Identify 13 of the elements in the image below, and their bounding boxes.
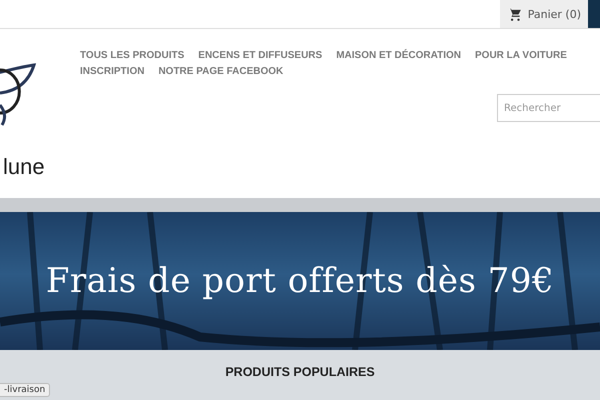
section-title: PRODUITS POPULAIRES: [224, 364, 376, 379]
search-field[interactable]: Rechercher: [498, 95, 600, 121]
cart-icon: [508, 8, 522, 20]
banner-text: Frais de port offerts dès 79€: [46, 261, 554, 301]
nav-link[interactable]: MAISON ET DÉCORATION: [336, 50, 462, 61]
nav-link[interactable]: POUR LA VOITURE: [475, 50, 567, 61]
nav-link[interactable]: TOUS LES PRODUITS: [80, 50, 184, 61]
link-tooltip: -livraison: [0, 383, 50, 397]
logo-text: lune: [3, 154, 46, 180]
cart-button[interactable]: Panier (0): [500, 0, 588, 28]
nav-link[interactable]: INSCRIPTION: [80, 66, 144, 77]
nav-link[interactable]: NOTRE PAGE FACEBOOK: [158, 66, 284, 77]
nav-link[interactable]: ENCENS ET DIFFUSEURS: [198, 50, 322, 61]
